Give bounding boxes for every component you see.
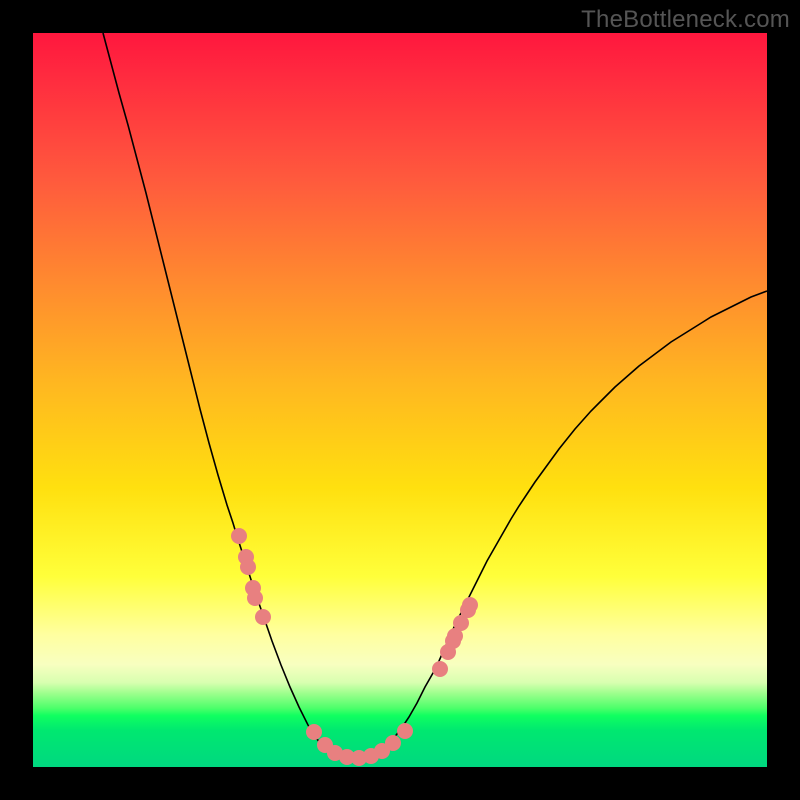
data-point-dot xyxy=(462,597,478,613)
data-point-dot xyxy=(306,724,322,740)
attribution-text: TheBottleneck.com xyxy=(581,6,790,34)
data-point-dot xyxy=(385,735,401,751)
data-point-dot xyxy=(432,661,448,677)
data-point-dot xyxy=(397,723,413,739)
data-point-dot xyxy=(231,528,247,544)
plot-area xyxy=(33,33,767,767)
data-point-dot xyxy=(240,559,256,575)
chart-overlay xyxy=(33,33,767,767)
bottleneck-curve xyxy=(103,33,767,759)
data-point-dot xyxy=(255,609,271,625)
data-point-dot xyxy=(247,590,263,606)
chart-frame: TheBottleneck.com xyxy=(0,0,800,800)
